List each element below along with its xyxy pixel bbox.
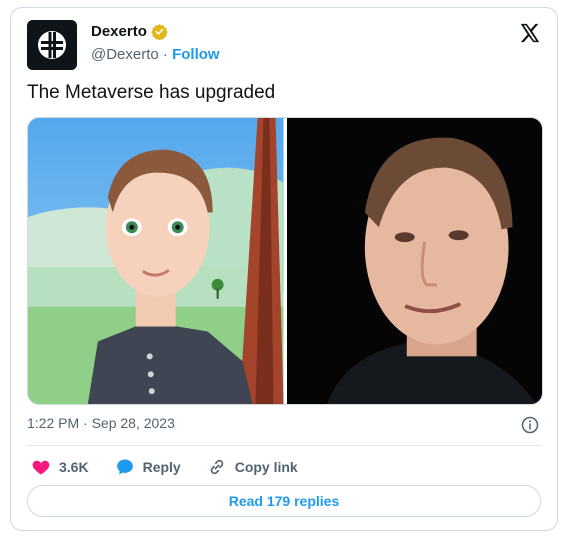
reply-button[interactable]: Reply — [115, 457, 181, 477]
likes-count: 3.6K — [59, 459, 89, 475]
author-name[interactable]: Dexerto — [91, 23, 147, 40]
dexerto-logo-icon — [27, 20, 77, 70]
author-name-row: Dexerto — [91, 23, 168, 40]
tweet-media[interactable] — [27, 117, 543, 405]
copy-link-label: Copy link — [234, 459, 298, 475]
x-logo-icon[interactable] — [519, 22, 541, 44]
tweet-actions: 3.6K Reply Copy link — [31, 457, 324, 477]
like-button[interactable]: 3.6K — [31, 457, 89, 477]
photo-image — [286, 118, 542, 404]
author-handle-row: @Dexerto · Follow — [91, 46, 220, 63]
link-icon — [210, 459, 223, 475]
follow-button[interactable]: Follow — [172, 46, 220, 63]
author-handle[interactable]: @Dexerto — [91, 46, 159, 63]
chat-bubble-icon — [116, 459, 133, 475]
verified-badge-icon — [151, 24, 168, 40]
tweet-card: Dexerto @Dexerto · Follow The Metaverse … — [10, 7, 558, 531]
info-icon[interactable] — [521, 416, 539, 434]
media-image-photo[interactable] — [286, 118, 542, 404]
copy-link-button[interactable]: Copy link — [207, 457, 298, 477]
handle-separator: · — [162, 46, 168, 63]
media-image-avatar[interactable] — [28, 118, 284, 404]
avatar-image — [28, 118, 284, 404]
read-replies-button[interactable]: Read 179 replies — [27, 485, 541, 517]
reply-label: Reply — [142, 459, 181, 475]
divider — [27, 445, 541, 446]
tweet-timestamp[interactable]: 1:22 PM · Sep 28, 2023 — [27, 415, 175, 431]
tweet-text: The Metaverse has upgraded — [27, 82, 276, 103]
author-avatar[interactable] — [27, 20, 77, 70]
heart-icon — [32, 460, 50, 475]
